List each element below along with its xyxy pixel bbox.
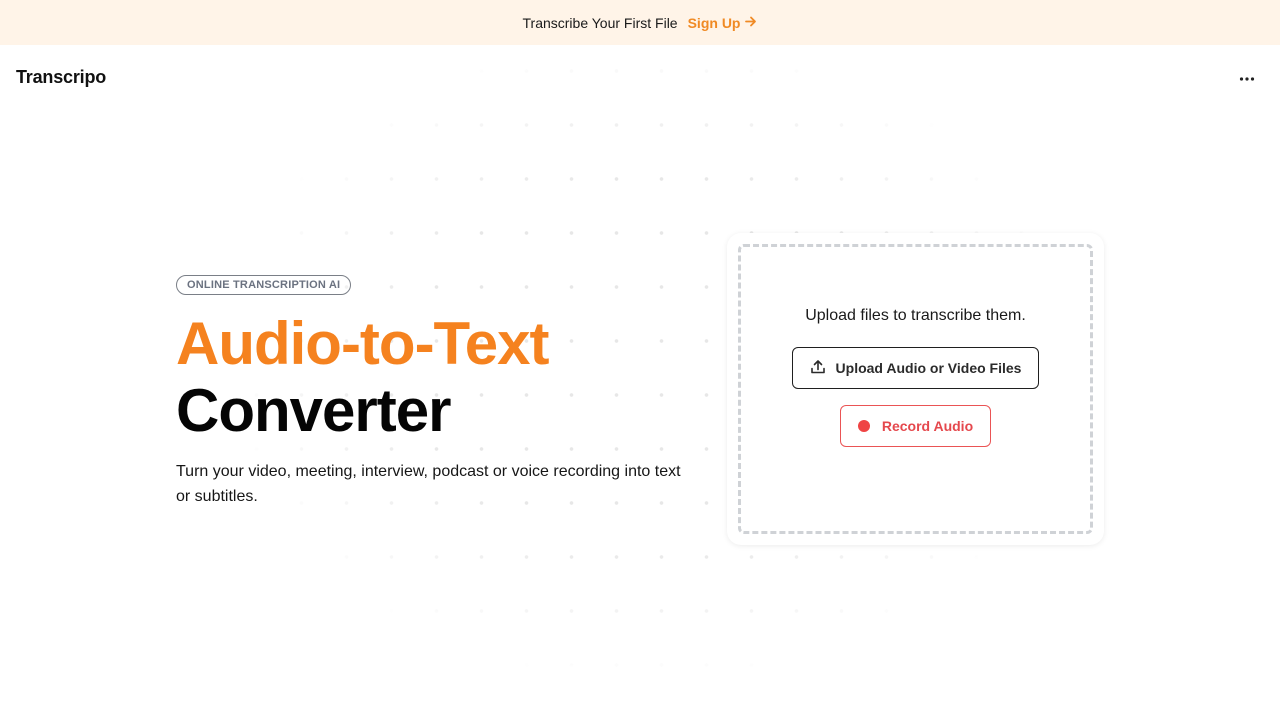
- arrow-right-icon: [744, 15, 757, 31]
- file-dropzone[interactable]: Upload files to transcribe them. Upload …: [738, 244, 1093, 534]
- hero-title: Converter: [176, 377, 451, 444]
- sign-up-link[interactable]: Sign Up: [688, 15, 758, 31]
- upload-files-button[interactable]: Upload Audio or Video Files: [792, 347, 1039, 389]
- top-banner: Transcribe Your First File Sign Up: [0, 0, 1280, 45]
- sign-up-label: Sign Up: [687, 14, 741, 31]
- record-audio-label: Record Audio: [881, 418, 974, 434]
- hero-subtitle: Turn your video, meeting, interview, pod…: [176, 463, 681, 505]
- upload-icon: [810, 359, 826, 378]
- category-tag: ONLINE TRANSCRIPTION AI: [176, 275, 352, 295]
- hero-title-highlight: Audio-to-Text: [176, 310, 549, 377]
- hero-section: ONLINE TRANSCRIPTION AI Audio-to-Text Co…: [176, 275, 706, 509]
- record-dot-icon: [857, 420, 870, 432]
- record-audio-button[interactable]: Record Audio: [840, 405, 991, 447]
- upload-card: Upload files to transcribe them. Upload …: [727, 233, 1104, 545]
- upload-files-label: Upload Audio or Video Files: [835, 360, 1022, 376]
- site-header: Transcripo: [0, 45, 1280, 111]
- upload-prompt: Upload files to transcribe them.: [805, 307, 1026, 324]
- more-menu-button[interactable]: [1232, 65, 1262, 91]
- logo[interactable]: Transcripo: [16, 67, 106, 88]
- more-horizontal-icon: [1239, 69, 1255, 87]
- banner-text: Transcribe Your First File: [522, 14, 678, 31]
